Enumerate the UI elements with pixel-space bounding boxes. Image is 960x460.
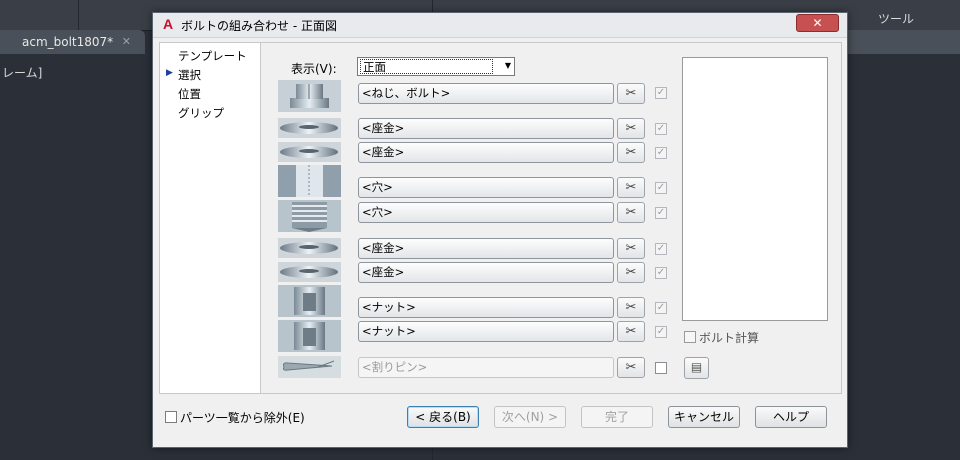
washer-field[interactable]: <座金>: [358, 118, 614, 139]
washer-thumbnail: [278, 118, 341, 138]
include-checkbox[interactable]: ✓: [655, 243, 667, 255]
pick-button[interactable]: ✂: [617, 177, 645, 198]
threaded-hole-thumbnail: [278, 200, 341, 232]
document-tab-label: acm_bolt1807*: [22, 35, 114, 49]
washer-thumbnail: [278, 262, 341, 282]
nut-thumbnail: [278, 285, 341, 317]
include-checkbox[interactable]: ✓: [655, 123, 667, 135]
calculator-icon[interactable]: ▤: [684, 357, 709, 379]
nav-item-grip[interactable]: グリップ: [178, 105, 224, 121]
pick-button[interactable]: ✂: [617, 83, 645, 104]
pick-button[interactable]: ✂: [617, 297, 645, 318]
split-pin-thumbnail: [278, 356, 341, 378]
include-checkbox[interactable]: ✓: [655, 326, 667, 338]
nav-item-template[interactable]: テンプレート: [178, 48, 247, 64]
selected-arrow-icon: ▶: [166, 68, 173, 78]
washer-field[interactable]: <座金>: [358, 142, 614, 163]
bolt-calc-checkbox[interactable]: [684, 331, 696, 343]
pick-button[interactable]: ✂: [617, 118, 645, 139]
bolt-assembly-dialog: A ボルトの組み合わせ - 正面図 ✕ テンプレート ▶ 選択 位置 グリップ …: [152, 12, 848, 448]
pick-button[interactable]: ✂: [617, 238, 645, 259]
washer-thumbnail: [278, 142, 341, 162]
washer-field[interactable]: <座金>: [358, 238, 614, 259]
pick-button[interactable]: ✂: [617, 321, 645, 342]
hole-field[interactable]: <穴>: [358, 177, 614, 198]
view-dropdown-value: 正面: [360, 59, 493, 74]
nut-thumbnail: [278, 320, 341, 352]
view-dropdown[interactable]: 正面 ▼: [357, 57, 515, 76]
nut-field[interactable]: <ナット>: [358, 321, 614, 342]
bolt-calc-label: ボルト計算: [699, 331, 760, 345]
title-bar[interactable]: A ボルトの組み合わせ - 正面図 ✕: [153, 13, 847, 38]
washer-field[interactable]: <座金>: [358, 262, 614, 283]
divider: [78, 0, 79, 30]
menu-tools[interactable]: ツール: [878, 10, 914, 27]
exclude-from-parts-list-checkbox[interactable]: [165, 411, 177, 423]
pick-button[interactable]: ✂: [617, 202, 645, 223]
selection-panel: 表示(V): 正面 ▼ <ねじ、ボルト> ✂ ✓ <座金> ✂ ✓ <座金> ✂…: [261, 42, 842, 394]
include-checkbox[interactable]: ✓: [655, 302, 667, 314]
pick-button[interactable]: ✂: [617, 262, 645, 283]
cancel-button[interactable]: キャンセル: [668, 406, 740, 428]
nav-item-select[interactable]: ▶ 選択: [166, 67, 201, 83]
wizard-nav: テンプレート ▶ 選択 位置 グリップ: [159, 42, 261, 394]
document-tab[interactable]: acm_bolt1807* ✕: [0, 30, 145, 54]
include-checkbox[interactable]: ✓: [655, 87, 667, 99]
help-button[interactable]: ヘルプ: [755, 406, 827, 428]
divider: [432, 446, 433, 460]
command-line-fragment: レーム]: [2, 66, 43, 80]
autocad-logo-icon: A: [162, 16, 174, 32]
hole-field[interactable]: <穴>: [358, 202, 614, 223]
close-icon[interactable]: ✕: [122, 30, 131, 54]
preview-pane: [682, 57, 828, 321]
split-pin-field[interactable]: <割りピン>: [358, 357, 614, 378]
include-checkbox[interactable]: [655, 362, 667, 374]
nav-item-position[interactable]: 位置: [178, 86, 201, 102]
pick-button[interactable]: ✂: [617, 142, 645, 163]
dialog-title: ボルトの組み合わせ - 正面図: [181, 19, 337, 33]
chevron-down-icon: ▼: [504, 61, 511, 70]
include-checkbox[interactable]: ✓: [655, 207, 667, 219]
washer-thumbnail: [278, 238, 341, 258]
back-button[interactable]: < 戻る(B): [407, 406, 479, 428]
next-button[interactable]: 次へ(N) >: [494, 406, 566, 428]
view-label: 表示(V):: [291, 62, 337, 76]
finish-button[interactable]: 完了: [581, 406, 653, 428]
nut-field[interactable]: <ナット>: [358, 297, 614, 318]
app-tab-strip: [843, 30, 960, 54]
include-checkbox[interactable]: ✓: [655, 147, 667, 159]
bolt-field[interactable]: <ねじ、ボルト>: [358, 83, 614, 104]
bolt-head-thumbnail: [278, 80, 341, 112]
pick-button[interactable]: ✂: [617, 357, 645, 378]
include-checkbox[interactable]: ✓: [655, 267, 667, 279]
close-button[interactable]: ✕: [796, 14, 839, 32]
exclude-from-parts-list-label: パーツ一覧から除外(E): [180, 411, 305, 425]
hole-thumbnail: [278, 165, 341, 197]
include-checkbox[interactable]: ✓: [655, 182, 667, 194]
